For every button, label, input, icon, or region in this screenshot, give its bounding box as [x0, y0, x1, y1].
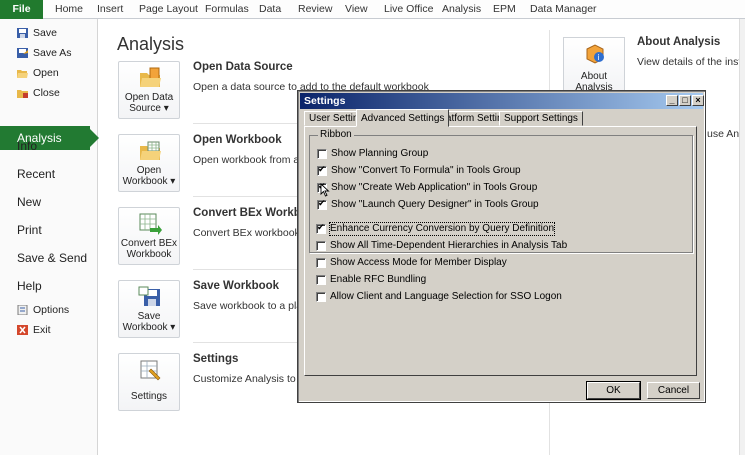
open-workbook-button[interactable]: Open Workbook ▾	[118, 134, 180, 192]
nav-save[interactable]: Save	[0, 23, 97, 43]
save-as-icon	[17, 48, 28, 58]
exit-icon	[17, 325, 28, 335]
scrollbar-track[interactable]	[739, 19, 745, 455]
ok-button[interactable]: OK	[586, 381, 641, 400]
nav-save-as-label: Save As	[33, 47, 72, 59]
checkbox-label: Show Access Mode for Member Display	[330, 257, 507, 268]
checkbox-label: Allow Client and Language Selection for …	[330, 291, 562, 302]
checkbox-box[interactable]	[316, 275, 326, 285]
backstage-nav: Save Save As Open Close Analysis Info Re…	[0, 19, 99, 455]
cancel-button[interactable]: Cancel	[647, 382, 700, 399]
nav-close[interactable]: Close	[0, 83, 97, 103]
close-icon[interactable]: ×	[692, 95, 704, 106]
nav-recent[interactable]: Recent	[0, 162, 97, 186]
advanced-settings-panel: Ribbon Show Planning Group Show "Convert…	[304, 126, 697, 376]
nav-exit-label: Exit	[33, 324, 51, 336]
nav-exit[interactable]: Exit	[0, 320, 97, 340]
convert-workbook-icon	[139, 213, 162, 235]
tab-data[interactable]: Data	[259, 0, 281, 19]
excel-backstage-window: { "ribbon": { "tabs": ["File", "Home", "…	[0, 0, 745, 455]
settings-label: Settings	[130, 391, 168, 402]
checkbox-label: Enable RFC Bundling	[330, 274, 427, 285]
about-analysis-desc: View details of the installed	[637, 56, 745, 68]
tab-data-manager[interactable]: Data Manager	[530, 0, 597, 19]
save-workbook-icon	[138, 286, 160, 306]
nav-close-label: Close	[33, 87, 60, 99]
folder-close-icon	[17, 90, 28, 98]
checkbox-label: Show "Launch Query Designer" in Tools Gr…	[331, 199, 539, 210]
section-title-settings: Settings	[193, 353, 239, 365]
checkbox-label: Enhance Currency Conversion by Query Def…	[329, 222, 555, 236]
about-icon: i	[586, 44, 604, 64]
checkbox-box[interactable]	[317, 149, 327, 159]
open-data-source-label: Open Data Source ▾	[124, 92, 174, 114]
nav-options[interactable]: Options	[0, 300, 97, 320]
nav-new[interactable]: New	[0, 190, 97, 214]
checkbox-box[interactable]	[316, 292, 326, 302]
checkbox-box[interactable]	[316, 222, 326, 234]
section-title-open-data-source: Open Data Source	[193, 61, 293, 73]
tab-analysis[interactable]: Analysis	[442, 0, 481, 19]
settings-button[interactable]: Settings	[118, 353, 180, 411]
checkbox-label: Show Planning Group	[331, 148, 429, 159]
ribbon-group-label: Ribbon	[318, 129, 354, 140]
ribbon-group: Ribbon Show Planning Group Show "Convert…	[309, 129, 693, 253]
checkbox-label: Show "Convert To Formula" in Tools Group	[331, 165, 521, 176]
checkbox-label: Show "Create Web Application" in Tools G…	[331, 182, 538, 193]
checkbox-box[interactable]	[316, 241, 326, 251]
section-desc-save-workbook: Save workbook to a platfo	[193, 300, 314, 312]
open-data-source-button[interactable]: Open Data Source ▾	[118, 61, 180, 119]
tab-support-settings[interactable]: Support Settings	[499, 111, 583, 126]
ribbon-tab-bar: File Home Insert Page Layout Formulas Da…	[0, 0, 745, 19]
convert-bex-workbook-button[interactable]: Convert BEx Workbook	[118, 207, 180, 265]
open-workbook-label: Open Workbook ▾	[122, 165, 176, 187]
settings-icon	[140, 360, 161, 381]
nav-print[interactable]: Print	[0, 218, 97, 242]
about-analysis-button[interactable]: i About Analysis	[563, 37, 625, 93]
about-analysis-title: About Analysis	[637, 36, 721, 48]
mouse-cursor-icon	[320, 183, 330, 197]
nav-save-send[interactable]: Save & Send	[0, 246, 97, 270]
svg-text:i: i	[598, 53, 600, 62]
maximize-icon[interactable]: □	[679, 95, 691, 106]
folder-open-icon	[17, 70, 28, 78]
nav-options-label: Options	[33, 304, 70, 316]
save-workbook-button[interactable]: Save Workbook ▾	[118, 280, 180, 338]
tab-view[interactable]: View	[345, 0, 368, 19]
tab-file[interactable]: File	[0, 0, 43, 19]
nav-open[interactable]: Open	[0, 63, 97, 83]
checkbox-box[interactable]	[317, 164, 327, 176]
dialog-title: Settings	[304, 95, 346, 107]
tab-insert[interactable]: Insert	[97, 0, 123, 19]
data-source-icon	[140, 67, 161, 87]
checkbox-box[interactable]	[316, 258, 326, 268]
nav-info[interactable]: Info	[0, 134, 97, 158]
nav-save-label: Save	[33, 27, 57, 39]
convert-bex-workbook-label: Convert BEx Workbook	[120, 238, 178, 260]
tab-epm[interactable]: EPM	[493, 0, 516, 19]
section-title-open-workbook: Open Workbook	[193, 134, 282, 146]
tab-advanced-settings[interactable]: Advanced Settings	[356, 109, 450, 127]
checkbox-box[interactable]	[317, 198, 327, 210]
tab-page-layout[interactable]: Page Layout	[139, 0, 198, 19]
nav-help[interactable]: Help	[0, 274, 97, 298]
open-workbook-icon	[140, 141, 161, 160]
save-icon	[17, 28, 28, 38]
settings-dialog: Settings _ □ × User Settings Advanced Se…	[297, 90, 706, 403]
dialog-title-bar[interactable]: Settings _ □ ×	[300, 93, 704, 109]
options-icon	[17, 305, 28, 315]
section-title-save-workbook: Save Workbook	[193, 280, 280, 292]
minimize-icon[interactable]: _	[666, 95, 678, 106]
tab-review[interactable]: Review	[298, 0, 332, 19]
nav-open-label: Open	[33, 67, 59, 79]
nav-save-as[interactable]: Save As	[0, 43, 97, 63]
tab-live-office[interactable]: Live Office	[384, 0, 433, 19]
save-workbook-label: Save Workbook ▾	[122, 311, 176, 333]
page-title: Analysis	[117, 34, 185, 54]
tab-formulas[interactable]: Formulas	[205, 0, 249, 19]
tab-home[interactable]: Home	[55, 0, 83, 19]
checkbox-label: Show All Time-Dependent Hierarchies in A…	[330, 240, 568, 251]
